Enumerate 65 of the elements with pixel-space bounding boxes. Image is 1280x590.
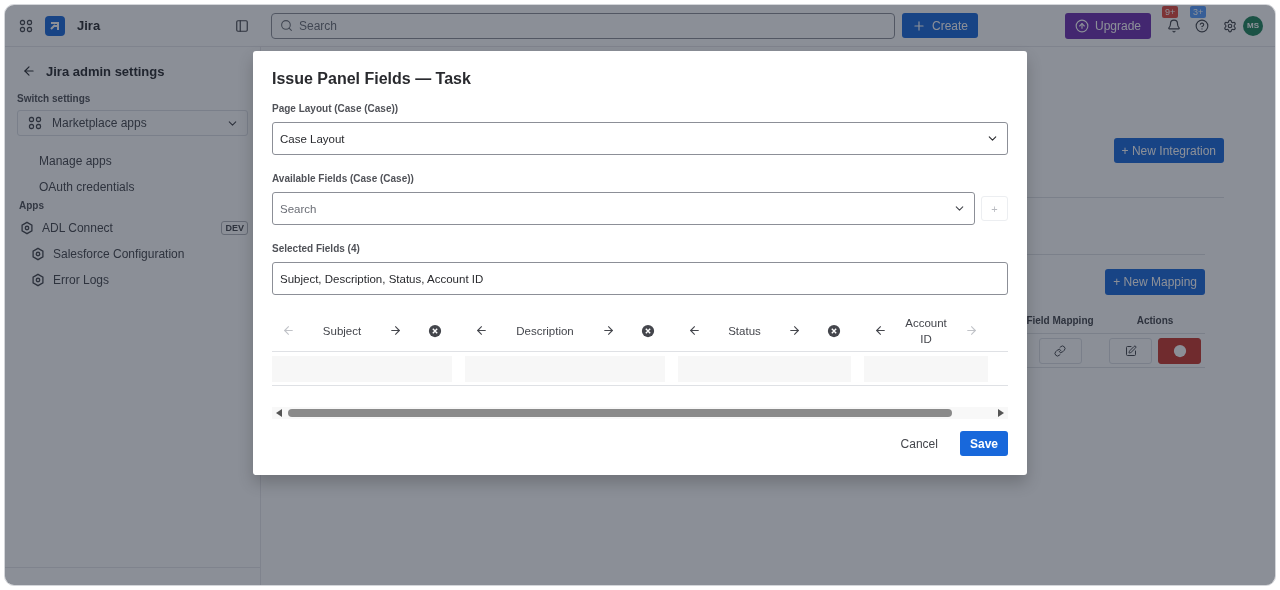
move-right-icon[interactable] [788,324,801,337]
move-left-icon[interactable] [874,324,887,337]
upgrade-button[interactable]: Upgrade [1064,12,1151,39]
cancel-button[interactable]: Cancel [894,436,944,451]
modal-title: Issue Panel Fields — Task [272,70,472,88]
sidebar-item[interactable]: Manage apps [17,148,248,174]
create-button[interactable]: Create [902,13,979,38]
delete-button[interactable] [1158,337,1201,364]
selected-fields-input[interactable]: Subject, Description, Status, Account ID [272,262,1008,295]
apps-icon [28,116,42,130]
jira-logo-icon [45,15,65,36]
user-avatar[interactable]: MS [1243,15,1263,36]
section-label: Switch settings [17,93,92,104]
scroll-right-icon[interactable] [998,409,1004,417]
sidebar-item[interactable]: OAuth credentials [17,174,248,200]
section-label: Apps [19,200,45,211]
field-mapping-button[interactable] [1038,337,1082,364]
new-mapping-button[interactable]: + New Mapping [1105,269,1205,295]
save-button[interactable]: Save [959,431,1008,456]
link-icon [1054,344,1066,357]
settings-icon[interactable] [1223,18,1237,33]
column-header: Actions [1135,315,1175,326]
app-switcher-icon[interactable] [19,18,33,33]
hexagon-icon [31,273,45,287]
horizontal-scrollbar[interactable] [272,407,1008,419]
column-name: Status [727,323,762,339]
scroll-left-icon[interactable] [276,409,282,417]
notifications-icon[interactable] [1167,18,1181,33]
collapse-sidebar-icon[interactable] [235,18,249,33]
field-label: Available Fields (Case (Case)) [272,173,415,184]
move-right-icon[interactable] [602,324,615,337]
column-name: Description [515,323,575,339]
remove-icon[interactable] [827,323,841,338]
move-right-icon[interactable] [389,324,402,337]
dev-badge: DEV [221,221,248,235]
sidebar-item[interactable]: Error Logs [53,273,110,287]
sidebar-item[interactable]: Salesforce Configuration [53,247,185,261]
column-name: Subject [321,323,363,339]
sidebar-item[interactable]: ADL Connect [42,221,113,235]
notification-count: 9+ [1162,5,1179,18]
move-left-icon[interactable] [475,324,488,337]
edit-button[interactable] [1109,337,1152,364]
search-field[interactable]: Search [271,12,895,39]
plus-icon [912,18,926,33]
edit-icon [1124,344,1137,357]
search-icon [280,19,293,32]
new-integration-button[interactable]: + New Integration [1113,138,1224,163]
remove-icon[interactable] [428,323,442,338]
column-header: Field Mapping [1025,315,1095,326]
help-icon[interactable] [1195,18,1209,33]
column-name: Account ID [904,315,948,347]
hexagon-icon [31,247,45,261]
hexagon-icon [20,221,34,235]
back-icon[interactable] [22,64,36,78]
arrow-up-icon [1074,18,1089,33]
field-label: Selected Fields (4) [272,243,361,254]
settings-dropdown[interactable]: Marketplace apps [17,110,248,136]
help-count: 3+ [1190,5,1207,18]
dropdown-value: Marketplace apps [52,116,148,130]
page-layout-select[interactable]: Case Layout [272,122,1008,155]
app-name: Jira [77,18,102,33]
move-left-icon[interactable] [688,324,701,337]
sidebar-title: Jira admin settings [46,63,165,79]
field-label: Page Layout (Case (Case)) [272,103,400,114]
remove-icon[interactable] [641,323,655,338]
